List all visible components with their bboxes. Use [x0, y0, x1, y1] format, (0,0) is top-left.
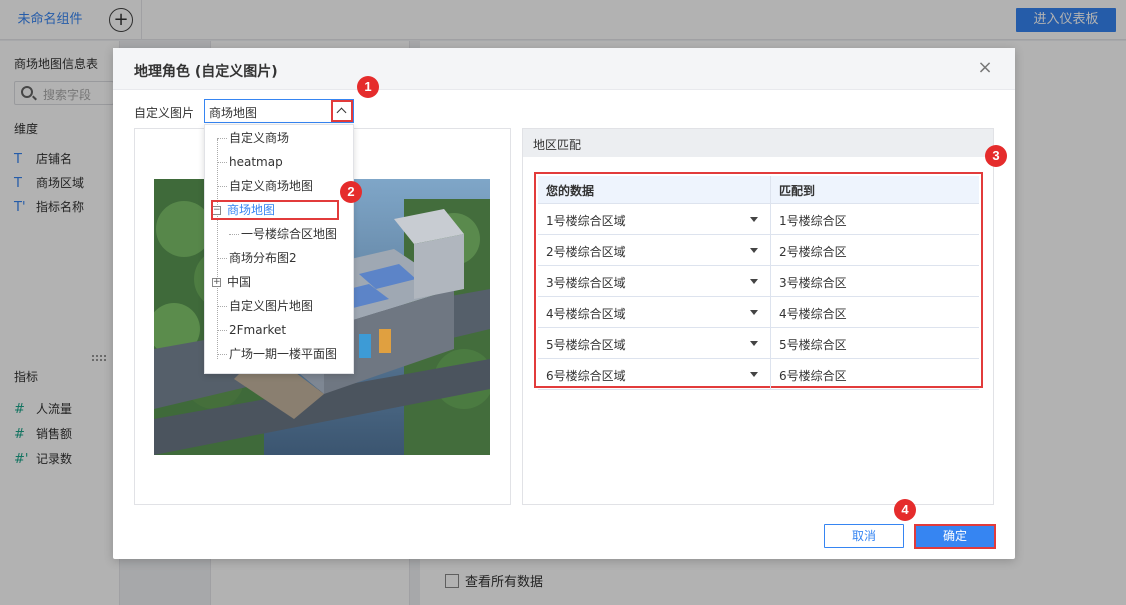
data-select[interactable]: 2号楼综合区域 [538, 235, 771, 265]
match-table: 您的数据 匹配到 1号楼综合区域 1号楼综合区 2号楼综合区域 2号楼综合区 3… [534, 172, 983, 390]
table-header-row: 您的数据 匹配到 [538, 176, 979, 204]
table-row: 1号楼综合区域 1号楼综合区 [538, 204, 979, 235]
region-match-panel: 地区匹配 您的数据 匹配到 1号楼综合区域 1号楼综合区 2号楼综合区域 2号楼… [522, 128, 994, 505]
cell-value: 5号楼综合区 [779, 338, 847, 352]
cell-value: 4号楼综合区域 [546, 307, 626, 321]
cell-value: 1号楼综合区域 [546, 214, 626, 228]
column-header-match-to: 匹配到 [779, 184, 816, 198]
step-marker-2: 2 [340, 181, 362, 203]
custom-picture-select[interactable]: 商场地图 [204, 99, 354, 123]
data-select[interactable]: 5号楼综合区域 [538, 328, 771, 358]
tree-item-label: 一号楼综合区地图 [241, 227, 338, 241]
cell-value: 6号楼综合区 [779, 369, 847, 383]
tree-item[interactable]: 自定义图片地图 [205, 294, 313, 318]
tree-item-child[interactable]: 一号楼综合区地图 [217, 222, 337, 246]
tree-item[interactable]: heatmap [205, 150, 283, 174]
cell-value: 3号楼综合区域 [546, 276, 626, 290]
dialog-header: 地理角色 (自定义图片) × [113, 48, 1015, 90]
cell-value: 1号楼综合区 [779, 214, 847, 228]
tree-item-selected[interactable]: − 商场地图 [205, 198, 339, 222]
table-row: 5号楼综合区域 5号楼综合区 [538, 328, 979, 359]
data-select[interactable]: 4号楼综合区域 [538, 297, 771, 327]
cell-value: 2号楼综合区域 [546, 245, 626, 259]
tree-item-label: 2Fmarket [229, 323, 287, 337]
data-select[interactable]: 6号楼综合区域 [538, 359, 771, 389]
caret-down-icon[interactable] [750, 341, 758, 346]
tree-item-label: heatmap [229, 155, 283, 169]
data-select[interactable]: 1号楼综合区域 [538, 204, 771, 234]
caret-down-icon[interactable] [750, 217, 758, 222]
tree-item[interactable]: 自定义商场 [205, 126, 289, 150]
tree-item[interactable]: + 中国 [205, 270, 251, 294]
region-match-title: 地区匹配 [533, 138, 582, 152]
caret-down-icon[interactable] [750, 279, 758, 284]
tree-item-label: 自定义商场地图 [229, 179, 314, 193]
tree-item-label: 中国 [227, 275, 252, 289]
tree-item-label: 自定义商场 [229, 131, 290, 145]
cancel-button[interactable]: 取消 [824, 524, 904, 548]
tree-item[interactable]: 广场一期一楼平面图 [205, 342, 337, 366]
caret-down-icon[interactable] [750, 310, 758, 315]
step-marker-4: 4 [894, 499, 916, 521]
tree-item-label: 广场一期一楼平面图 [229, 347, 338, 361]
cell-value: 3号楼综合区 [779, 276, 847, 290]
annotation-highlight [211, 200, 339, 220]
table-row: 6号楼综合区域 6号楼综合区 [538, 359, 979, 390]
dialog-title: 地理角色 (自定义图片) [134, 64, 278, 80]
column-header-your-data: 您的数据 [546, 184, 595, 198]
cell-value: 5号楼综合区域 [546, 338, 626, 352]
picture-tree-dropdown: 自定义商场 heatmap 自定义商场地图 − 商场地图 一号楼综合区地图 商场分… [204, 124, 354, 374]
table-row: 3号楼综合区域 3号楼综合区 [538, 266, 979, 297]
cell-value: 4号楼综合区 [779, 307, 847, 321]
tree-item-label: 自定义图片地图 [229, 299, 314, 313]
step-marker-1: 1 [357, 76, 379, 98]
table-row: 4号楼综合区域 4号楼综合区 [538, 297, 979, 328]
geo-role-dialog: 地理角色 (自定义图片) × 自定义图片 商场地图 自定义商场 heatmap … [113, 48, 1015, 559]
tree-item[interactable]: 自定义商场地图 [205, 174, 313, 198]
step-marker-3: 3 [985, 145, 1007, 167]
custom-picture-label: 自定义图片 [134, 106, 195, 120]
cell-value: 6号楼综合区域 [546, 369, 626, 383]
expand-icon[interactable]: + [212, 278, 221, 287]
data-select[interactable]: 3号楼综合区域 [538, 266, 771, 296]
confirm-button[interactable]: 确定 [914, 524, 996, 549]
caret-down-icon[interactable] [750, 248, 758, 253]
table-row: 2号楼综合区域 2号楼综合区 [538, 235, 979, 266]
chevron-up-icon[interactable] [331, 100, 353, 122]
tree-item[interactable]: 商场分布图2 [205, 246, 297, 270]
tree-item-label: 商场分布图2 [229, 251, 297, 265]
tree-item[interactable]: 2Fmarket [205, 318, 286, 342]
close-icon[interactable]: × [977, 59, 993, 77]
region-match-header: 地区匹配 [523, 129, 993, 157]
select-value: 商场地图 [209, 106, 258, 120]
cell-value: 2号楼综合区 [779, 245, 847, 259]
caret-down-icon[interactable] [750, 372, 758, 377]
